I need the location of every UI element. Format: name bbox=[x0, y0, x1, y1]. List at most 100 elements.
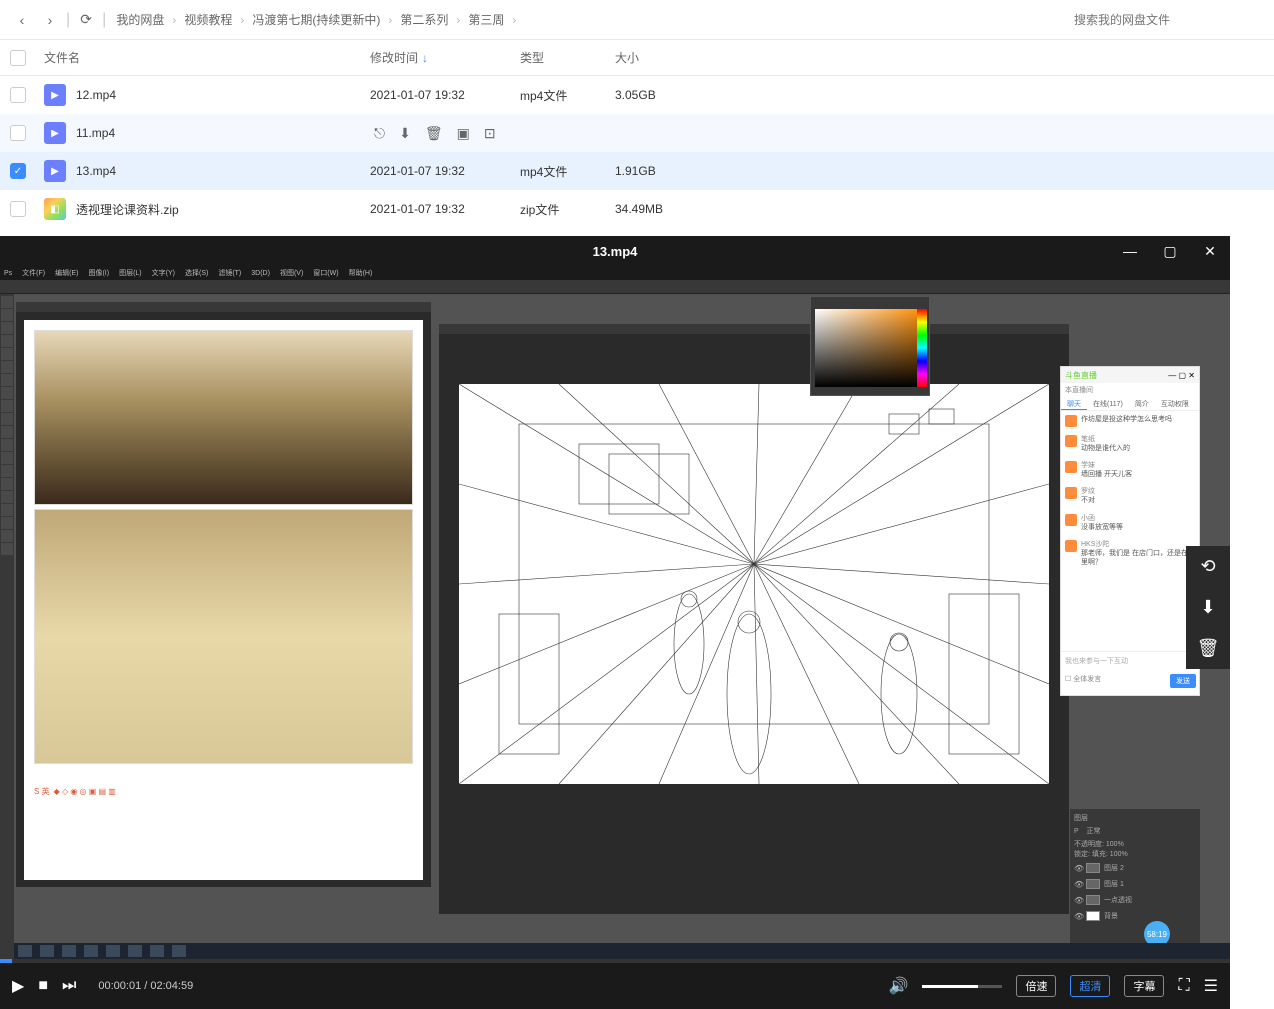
nav-forward-button[interactable]: › bbox=[36, 6, 64, 34]
chat-avatar bbox=[1065, 540, 1077, 552]
file-list-header: 文件名 修改时间↓ 类型 大小 bbox=[0, 40, 1274, 76]
volume-icon[interactable]: 🔊 bbox=[889, 976, 909, 996]
file-size: 34.49MB bbox=[615, 202, 715, 216]
chat-tab[interactable]: 聊天 bbox=[1061, 397, 1087, 410]
breadcrumb-item[interactable]: 第二系列 bbox=[400, 11, 448, 28]
chat-message: 学妹墙回播 开天儿客 bbox=[1081, 461, 1132, 479]
speed-button[interactable]: 倍速 bbox=[1016, 975, 1056, 997]
share-icon[interactable]: ⎋ bbox=[374, 125, 385, 142]
side-action-bar: ⟲ ⬇ 🗑 bbox=[1186, 546, 1230, 669]
nav-refresh-button[interactable]: ⟳ bbox=[72, 6, 100, 34]
reference-image-2 bbox=[34, 509, 413, 764]
file-name: 透视理论课资料.zip bbox=[76, 201, 179, 218]
video-file-icon: ▶ bbox=[44, 122, 66, 144]
reference-image-1 bbox=[34, 330, 413, 505]
chat-avatar bbox=[1065, 415, 1077, 427]
chat-avatar bbox=[1065, 514, 1077, 526]
file-name: 12.mp4 bbox=[76, 88, 116, 102]
file-date: 2021-01-07 19:32 bbox=[370, 88, 520, 102]
maximize-button[interactable]: ▢ bbox=[1150, 236, 1190, 266]
chat-message: 笔纸动物是谁代入的 bbox=[1081, 435, 1130, 453]
minimize-button[interactable]: — bbox=[1110, 236, 1150, 266]
subtitle-button[interactable]: 字幕 bbox=[1124, 975, 1164, 997]
chat-avatar bbox=[1065, 435, 1077, 447]
video-file-icon: ▶ bbox=[44, 160, 66, 182]
search-input[interactable] bbox=[1066, 6, 1266, 34]
file-name: 13.mp4 bbox=[76, 164, 116, 178]
file-checkbox[interactable]: ✓ bbox=[10, 163, 26, 179]
volume-slider[interactable] bbox=[922, 985, 1002, 988]
column-size[interactable]: 大小 bbox=[615, 49, 715, 66]
chat-tab[interactable]: 简介 bbox=[1129, 397, 1155, 410]
chat-avatar bbox=[1065, 487, 1077, 499]
fullscreen-button[interactable]: ⛶ bbox=[1178, 977, 1189, 995]
ps-color-panel bbox=[810, 296, 930, 396]
chat-message: 罗纹不对 bbox=[1081, 487, 1095, 505]
nav-bar: ‹ › | ⟳ | 我的网盘› 视频教程› 冯渡第七期(持续更新中)› 第二系列… bbox=[0, 0, 1274, 40]
more-icon[interactable]: ⊡ bbox=[484, 125, 496, 142]
ps-menubar: Ps文件(F)编辑(E) 图像(I)图层(L)文字(Y) 选择(S)滤镜(T)3… bbox=[0, 266, 1230, 280]
ps-toolbar bbox=[0, 294, 14, 959]
select-all-checkbox[interactable] bbox=[10, 50, 26, 66]
ps-options-bar bbox=[0, 280, 1230, 294]
file-row[interactable]: ✓ ▶ 13.mp4 2021-01-07 19:32 mp4文件 1.91GB bbox=[0, 152, 1274, 190]
ps-document-sketch bbox=[439, 324, 1069, 914]
ps-document-references: S 英◆ ◇ ◉ ◎ ▣ ▤ ▥ bbox=[16, 302, 431, 887]
chat-send-button[interactable]: 发送 bbox=[1170, 674, 1196, 688]
delete-icon[interactable]: 🗑 bbox=[1197, 638, 1220, 659]
column-date[interactable]: 修改时间↓ bbox=[370, 49, 520, 66]
breadcrumb-item[interactable]: 第三周 bbox=[468, 11, 504, 28]
column-name[interactable]: 文件名 bbox=[40, 49, 370, 66]
chat-message: 小函没事放宽等等 bbox=[1081, 514, 1123, 532]
chat-message: HKS沙陀那老师，我们是 在店门口，还是在图里啊？ bbox=[1081, 540, 1195, 567]
file-row[interactable]: ◧透视理论课资料.zip2021-01-07 19:32 zip文件 34.49… bbox=[0, 190, 1274, 228]
chat-panel: 斗鱼直播 — ▢ ✕ 本直播间 聊天 在线(117) 简介 互动权限 作坊屋是投… bbox=[1060, 366, 1200, 696]
chat-message: 作坊屋是投这种学怎么思考吗 bbox=[1081, 415, 1172, 427]
close-button[interactable]: ✕ bbox=[1190, 236, 1230, 266]
file-checkbox[interactable] bbox=[10, 87, 26, 103]
file-checkbox[interactable] bbox=[10, 201, 26, 217]
file-size: 3.05GB bbox=[615, 88, 715, 102]
video-content: Ps文件(F)编辑(E) 图像(I)图层(L)文字(Y) 选择(S)滤镜(T)3… bbox=[0, 266, 1230, 959]
file-row[interactable]: ▶ 11.mp4 ⎋ ⬇ 🗑 ▣ ⊡ bbox=[0, 114, 1274, 152]
windows-taskbar bbox=[14, 943, 1230, 959]
sort-desc-icon: ↓ bbox=[422, 51, 428, 65]
breadcrumb-item[interactable]: 我的网盘 bbox=[116, 11, 164, 28]
download-icon[interactable]: ⬇ bbox=[1200, 597, 1215, 618]
nav-back-button[interactable]: ‹ bbox=[8, 6, 36, 34]
playlist-button[interactable]: ☰ bbox=[1204, 976, 1218, 996]
row-actions: ⎋ ⬇ 🗑 ▣ ⊡ bbox=[370, 125, 496, 142]
video-player: 13.mp4 — ▢ ✕ Ps文件(F)编辑(E) 图像(I)图层(L)文字(Y… bbox=[0, 236, 1230, 1009]
breadcrumb: 我的网盘› 视频教程› 冯渡第七期(持续更新中)› 第二系列› 第三周› bbox=[108, 11, 1066, 28]
video-file-icon: ▶ bbox=[44, 84, 66, 106]
next-button[interactable]: ⏭ bbox=[62, 977, 76, 995]
play-button[interactable]: ▶ bbox=[12, 976, 24, 996]
file-row[interactable]: ▶12.mp42021-01-07 19:32 mp4文件 3.05GB bbox=[0, 76, 1274, 114]
file-checkbox[interactable] bbox=[10, 125, 26, 141]
file-size: 1.91GB bbox=[615, 164, 715, 178]
file-type: zip文件 bbox=[520, 201, 615, 218]
file-date: 2021-01-07 19:32 bbox=[370, 164, 520, 178]
video-progress-bar[interactable] bbox=[0, 959, 1230, 963]
rename-icon[interactable]: ▣ bbox=[457, 125, 470, 142]
perspective-sketch bbox=[459, 384, 1049, 784]
chat-tab[interactable]: 互动权限 bbox=[1155, 397, 1195, 410]
file-name: 11.mp4 bbox=[76, 126, 115, 140]
download-icon[interactable]: ⬇ bbox=[399, 125, 411, 142]
stop-button[interactable]: ■ bbox=[38, 977, 48, 995]
share-icon[interactable]: ⟲ bbox=[1200, 556, 1215, 577]
hue-slider[interactable] bbox=[917, 309, 927, 387]
zip-file-icon: ◧ bbox=[44, 198, 66, 220]
video-controls: ▶ ■ ⏭ 00:00:01 / 02:04:59 🔊 倍速 超清 字幕 ⛶ ☰ bbox=[0, 963, 1230, 1009]
file-type: mp4文件 bbox=[520, 163, 615, 180]
ps-layers-panel: 图层 P 正常 不透明度: 100% 锁定: 填充: 100% 👁图层 2 👁图… bbox=[1070, 809, 1200, 949]
delete-icon[interactable]: 🗑 bbox=[425, 125, 443, 142]
chat-avatar bbox=[1065, 461, 1077, 473]
time-display: 00:00:01 / 02:04:59 bbox=[98, 980, 193, 992]
breadcrumb-item[interactable]: 冯渡第七期(持续更新中) bbox=[252, 11, 380, 28]
column-type[interactable]: 类型 bbox=[520, 49, 615, 66]
video-titlebar: 13.mp4 — ▢ ✕ bbox=[0, 236, 1230, 266]
breadcrumb-item[interactable]: 视频教程 bbox=[184, 11, 232, 28]
quality-button[interactable]: 超清 bbox=[1070, 975, 1110, 997]
chat-tab[interactable]: 在线(117) bbox=[1087, 397, 1129, 410]
